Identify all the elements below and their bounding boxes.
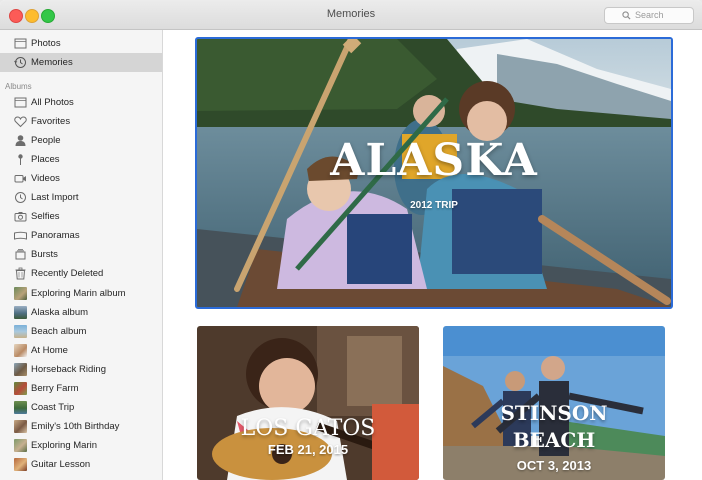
search-icon: [622, 11, 631, 20]
memory-subtitle: 2012 TRIP: [410, 200, 458, 211]
sidebar-album-beach-album[interactable]: Beach album: [0, 322, 162, 341]
sidebar-item-label: At Home: [31, 345, 68, 356]
sidebar-item-label: Berry Farm: [31, 383, 79, 394]
sidebar-album-berry-farm[interactable]: Berry Farm: [0, 379, 162, 398]
heart-icon: [14, 116, 27, 128]
sidebar-item-recently-deleted[interactable]: Recently Deleted: [0, 264, 162, 283]
sidebar: Photos Memories Albums All Photos Favori…: [0, 30, 163, 480]
album-thumbnail: [14, 287, 27, 300]
album-thumbnail: [14, 344, 27, 357]
memory-subtitle: FEB 21, 2015: [267, 442, 349, 457]
video-icon: [14, 175, 26, 183]
sidebar-album-exploring-marin-album[interactable]: Exploring Marin album: [0, 284, 162, 303]
person-icon: [15, 135, 26, 146]
memory-subtitle: OCT 3, 2013: [516, 458, 592, 473]
sidebar-item-label: Exploring Marin: [31, 440, 97, 451]
sidebar-item-favorites[interactable]: Favorites: [0, 112, 162, 131]
albums-section-header: Albums: [5, 82, 32, 91]
sidebar-album-emilys-10th-birthday[interactable]: Emily's 10th Birthday: [0, 417, 162, 436]
sidebar-item-label: Beach album: [31, 326, 87, 337]
photos-icon: [14, 38, 27, 49]
sidebar-album-alaska-album[interactable]: Alaska album: [0, 303, 162, 322]
panorama-icon: [14, 231, 27, 240]
memories-icon: [14, 57, 26, 68]
memory-title-line2: BEACH: [512, 428, 596, 452]
sidebar-album-guitar-lesson[interactable]: Guitar Lesson: [0, 455, 162, 474]
camera-icon: [14, 212, 27, 222]
sidebar-album-exploring-marin[interactable]: Exploring Marin: [0, 436, 162, 455]
title-bar: Memories Search: [0, 0, 702, 30]
sidebar-item-photos[interactable]: Photos: [0, 34, 162, 53]
sidebar-item-label: Memories: [31, 57, 73, 68]
search-placeholder: Search: [635, 10, 664, 20]
sidebar-item-label: Photos: [31, 38, 61, 49]
sidebar-item-label: Places: [31, 154, 60, 165]
sidebar-item-memories[interactable]: Memories: [0, 53, 162, 72]
all-photos-icon: [14, 97, 27, 108]
sidebar-item-label: Recently Deleted: [31, 268, 104, 279]
sidebar-item-label: Alaska album: [31, 307, 89, 318]
sidebar-item-selfies[interactable]: Selfies: [0, 207, 162, 226]
sidebar-item-label: Bursts: [31, 249, 58, 260]
sidebar-item-label: Emily's 10th Birthday: [31, 421, 120, 432]
memories-grid: ALASKA 2012 TRIP LOS GATOS FEB 21, 2015: [163, 30, 702, 480]
sidebar-item-bursts[interactable]: Bursts: [0, 245, 162, 264]
bursts-icon: [15, 249, 26, 260]
sidebar-item-label: People: [31, 135, 61, 146]
sidebar-item-label: Coast Trip: [31, 402, 75, 413]
photos-window: Memories Search Photos Memories Albums A…: [0, 0, 702, 480]
memory-title: ALASKA: [330, 135, 538, 186]
album-thumbnail: [14, 420, 27, 433]
sidebar-item-label: All Photos: [31, 97, 74, 108]
album-thumbnail: [14, 439, 27, 452]
sidebar-item-label: Last Import: [31, 192, 79, 203]
sidebar-item-people[interactable]: People: [0, 131, 162, 150]
memory-card-featured[interactable]: ALASKA 2012 TRIP: [195, 37, 673, 309]
memory-title: LOS GATOS: [240, 416, 376, 441]
sidebar-item-label: Panoramas: [31, 230, 80, 241]
pin-icon: [18, 154, 23, 165]
sidebar-item-places[interactable]: Places: [0, 150, 162, 169]
sidebar-item-panoramas[interactable]: Panoramas: [0, 226, 162, 245]
album-thumbnail: [14, 306, 27, 319]
album-thumbnail: [14, 363, 27, 376]
sidebar-item-label: Horseback Riding: [31, 364, 106, 375]
sidebar-album-coast-trip[interactable]: Coast Trip: [0, 398, 162, 417]
sidebar-item-label: Favorites: [31, 116, 71, 127]
sidebar-item-all-photos[interactable]: All Photos: [0, 93, 162, 112]
sidebar-item-label: Selfies: [31, 211, 60, 222]
memory-title-line1: STINSON: [500, 401, 608, 425]
trash-icon: [15, 267, 26, 280]
clock-icon: [15, 192, 26, 203]
sidebar-item-videos[interactable]: Videos: [0, 169, 162, 188]
album-thumbnail: [14, 382, 27, 395]
memory-card-stinson-beach[interactable]: STINSON BEACH OCT 3, 2013: [443, 326, 665, 480]
sidebar-item-label: Videos: [31, 173, 60, 184]
sidebar-item-last-import[interactable]: Last Import: [0, 188, 162, 207]
sidebar-item-label: Exploring Marin album: [31, 288, 126, 299]
album-thumbnail: [14, 401, 27, 414]
search-field[interactable]: Search: [604, 7, 694, 24]
memory-card-los-gatos[interactable]: LOS GATOS FEB 21, 2015: [197, 326, 419, 480]
album-thumbnail: [14, 325, 27, 338]
window-title: Memories: [326, 8, 376, 20]
album-thumbnail: [14, 458, 27, 471]
sidebar-album-horseback-riding[interactable]: Horseback Riding: [0, 360, 162, 379]
sidebar-item-label: Guitar Lesson: [31, 459, 91, 470]
sidebar-album-at-home[interactable]: At Home: [0, 341, 162, 360]
